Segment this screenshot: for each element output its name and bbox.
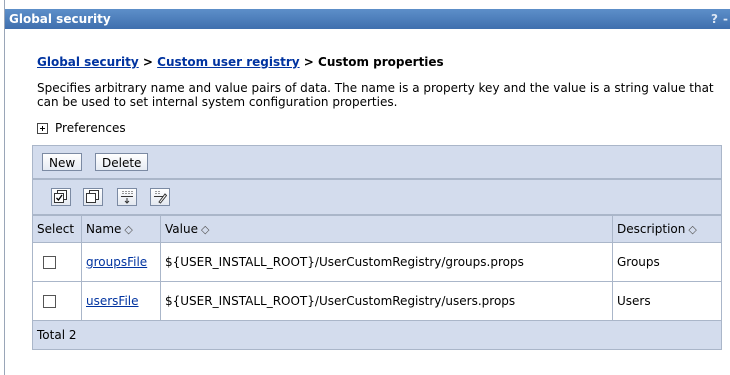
- breadcrumb-separator: >: [299, 55, 319, 69]
- preferences-toggle[interactable]: Preferences: [37, 121, 126, 135]
- window-left-edge: [0, 0, 5, 375]
- breadcrumb: Global security > Custom user registry >…: [37, 55, 444, 69]
- expand-plus-icon[interactable]: [37, 122, 48, 134]
- select-cell: [32, 242, 82, 282]
- breadcrumb-custom-user-registry-link[interactable]: Custom user registry: [157, 55, 299, 69]
- deselect-all-icon[interactable]: [83, 188, 103, 206]
- property-name-link[interactable]: groupsFile: [86, 255, 147, 269]
- window-title: Global security: [9, 12, 111, 26]
- value-column-header[interactable]: Value ◇: [160, 215, 613, 243]
- delete-button[interactable]: Delete: [95, 153, 149, 171]
- property-name-link[interactable]: usersFile: [86, 294, 139, 308]
- filter-icon[interactable]: [150, 188, 170, 206]
- preferences-label: Preferences: [55, 121, 126, 135]
- row-checkbox[interactable]: [43, 256, 56, 269]
- select-column-header: Select: [32, 215, 82, 243]
- expand-icon[interactable]: [117, 188, 137, 206]
- breadcrumb-global-security-link[interactable]: Global security: [37, 55, 139, 69]
- sort-icon[interactable]: ◇: [688, 223, 696, 236]
- page-description: Specifies arbitrary name and value pairs…: [37, 81, 714, 109]
- properties-table: Select Name ◇ Value ◇ Description ◇ groupsF…: [32, 215, 722, 350]
- select-all-icon[interactable]: [51, 188, 71, 206]
- description-cell: Users: [612, 281, 722, 321]
- breadcrumb-current: Custom properties: [318, 55, 444, 69]
- table-header-row: Select Name ◇ Value ◇ Description ◇: [32, 215, 722, 243]
- portlet-titlebar: Global security ? -: [5, 9, 730, 29]
- sort-icon[interactable]: ◇: [124, 223, 132, 236]
- row-checkbox[interactable]: [43, 295, 56, 308]
- breadcrumb-separator: >: [138, 55, 158, 69]
- name-cell: usersFile: [81, 281, 161, 321]
- value-cell: ${USER_INSTALL_ROOT}/UserCustomRegistry/…: [160, 242, 613, 282]
- button-bar: New Delete: [32, 145, 722, 179]
- table-row: groupsFile ${USER_INSTALL_ROOT}/UserCust…: [32, 242, 722, 282]
- icon-toolbar: [32, 179, 722, 215]
- total-count: Total 2: [32, 320, 722, 350]
- value-cell: ${USER_INSTALL_ROOT}/UserCustomRegistry/…: [160, 281, 613, 321]
- select-cell: [32, 281, 82, 321]
- collection-panel: New Delete Select Name ◇ Value ◇ Descrip…: [32, 145, 722, 370]
- description-column-header[interactable]: Description ◇: [612, 215, 722, 243]
- minimize-icon[interactable]: -: [723, 9, 728, 29]
- sort-icon[interactable]: ◇: [201, 223, 209, 236]
- name-cell: groupsFile: [81, 242, 161, 282]
- help-icon[interactable]: ?: [711, 9, 718, 29]
- table-total-row: Total 2: [32, 320, 722, 350]
- new-button[interactable]: New: [42, 153, 83, 171]
- name-column-header[interactable]: Name ◇: [81, 215, 161, 243]
- table-row: usersFile ${USER_INSTALL_ROOT}/UserCusto…: [32, 281, 722, 321]
- description-cell: Groups: [612, 242, 722, 282]
